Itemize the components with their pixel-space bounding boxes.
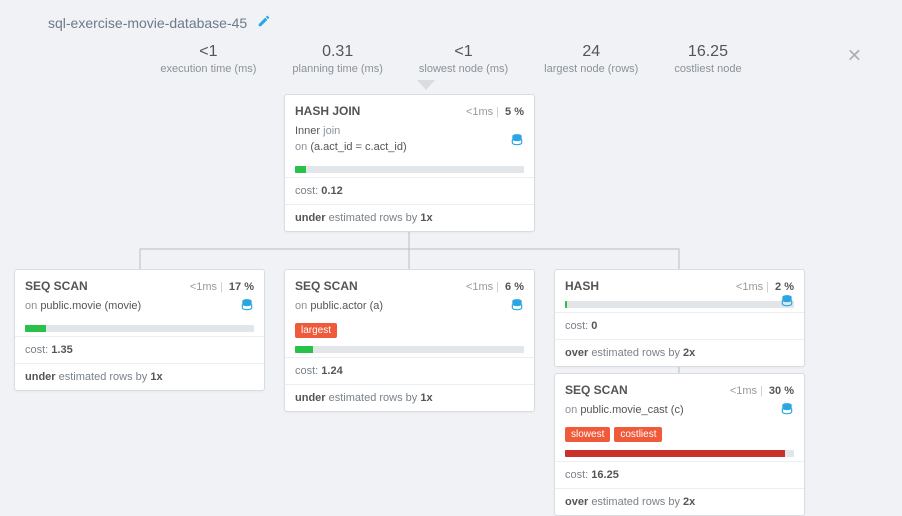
node-cost: cost: 0 — [555, 312, 804, 339]
node-cost: cost: 0.12 — [285, 177, 534, 204]
node-timing: <1ms|2 % — [736, 281, 794, 293]
title-bar: sql-exercise-movie-database-45 — [0, 0, 902, 31]
node-cost: cost: 1.35 — [15, 336, 264, 363]
node-detail: Inner join on (a.act_id = c.act_id) — [285, 124, 534, 164]
node-hash[interactable]: HASH <1ms|2 % cost: 0 over estimated row… — [554, 269, 805, 367]
node-badges: slowest costliest — [555, 427, 804, 448]
badge-largest: largest — [295, 323, 337, 338]
node-detail: on public.movie_cast (c) — [555, 403, 804, 427]
node-estimate: under estimated rows by 1x — [285, 204, 534, 231]
stat-planning-time: 0.31 planning time (ms) — [292, 43, 382, 75]
node-op: SEQ SCAN — [295, 279, 358, 293]
node-timing: <1ms|30 % — [730, 385, 794, 397]
badge-costliest: costliest — [614, 427, 662, 442]
node-op: SEQ SCAN — [565, 383, 628, 397]
node-estimate: over estimated rows by 2x — [555, 339, 804, 366]
stats-row: <1 execution time (ms) 0.31 planning tim… — [0, 31, 902, 81]
database-icon — [780, 402, 794, 419]
node-detail: on public.movie (movie) — [15, 299, 264, 323]
stat-costliest-node: 16.25 costliest node — [674, 43, 741, 75]
stat-largest-node: 24 largest node (rows) — [544, 43, 638, 75]
close-icon[interactable]: ✕ — [847, 46, 862, 67]
node-estimate: under estimated rows by 1x — [285, 384, 534, 411]
node-seq-scan-actor[interactable]: SEQ SCAN <1ms|6 % on public.actor (a) la… — [284, 269, 535, 412]
node-estimate: over estimated rows by 2x — [555, 488, 804, 515]
node-badges: largest — [285, 323, 534, 344]
node-timing: <1ms|6 % — [466, 281, 524, 293]
database-icon — [780, 294, 794, 311]
node-timing: <1ms|5 % — [466, 106, 524, 118]
database-icon — [240, 298, 254, 315]
plan-title: sql-exercise-movie-database-45 — [48, 15, 247, 31]
node-seq-scan-movie[interactable]: SEQ SCAN <1ms|17 % on public.movie (movi… — [14, 269, 265, 391]
stats-pointer-icon — [417, 80, 435, 90]
node-detail: on public.actor (a) — [285, 299, 534, 323]
node-op: HASH JOIN — [295, 104, 360, 118]
stat-slowest-node: <1 slowest node (ms) — [419, 43, 508, 75]
node-cost: cost: 16.25 — [555, 461, 804, 488]
stat-exec-time: <1 execution time (ms) — [160, 43, 256, 75]
node-hash-join[interactable]: HASH JOIN <1ms|5 % Inner join on (a.act_… — [284, 94, 535, 232]
node-cost: cost: 1.24 — [285, 357, 534, 384]
badge-slowest: slowest — [565, 427, 610, 442]
node-op: SEQ SCAN — [25, 279, 88, 293]
node-estimate: under estimated rows by 1x — [15, 363, 264, 390]
node-timing: <1ms|17 % — [190, 281, 254, 293]
database-icon — [510, 298, 524, 315]
database-icon — [510, 133, 524, 150]
edit-icon[interactable] — [257, 14, 271, 31]
node-op: HASH — [565, 279, 599, 293]
node-seq-scan-movie-cast[interactable]: SEQ SCAN <1ms|30 % on public.movie_cast … — [554, 373, 805, 516]
